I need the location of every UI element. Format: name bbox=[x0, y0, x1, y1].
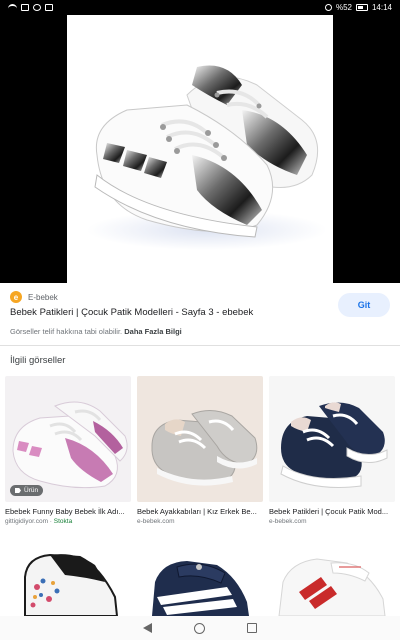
wifi-icon bbox=[8, 4, 17, 11]
related-domain: e-bebek.com bbox=[269, 518, 307, 525]
related-thumbnail[interactable] bbox=[137, 537, 263, 616]
battery-icon bbox=[355, 4, 368, 11]
recent-apps-icon[interactable] bbox=[247, 623, 257, 633]
mail-icon bbox=[21, 4, 29, 11]
image-source-panel: e E-bebek Bebek Patikleri | Çocuk Patik … bbox=[0, 283, 400, 343]
status-icons-right: %52 14:14 bbox=[324, 3, 392, 12]
instagram-icon bbox=[33, 4, 41, 11]
related-image-card[interactable]: Ürün Ebebek Funny Baby Bebek İlk Adı... … bbox=[5, 376, 131, 525]
product-badge-label: Ürün bbox=[24, 487, 39, 494]
home-icon[interactable] bbox=[194, 622, 205, 634]
image-title[interactable]: Bebek Patikleri | Çocuk Patik Modelleri … bbox=[10, 307, 320, 318]
related-thumbnail[interactable] bbox=[137, 376, 263, 502]
divider bbox=[0, 345, 400, 346]
tag-icon bbox=[15, 488, 21, 493]
related-image-card[interactable] bbox=[137, 537, 263, 616]
source-site[interactable]: e E-bebek bbox=[10, 291, 58, 303]
battery-percent: %52 bbox=[335, 3, 352, 12]
copyright-notice: Görseller telif hakkına tabi olabilir. D… bbox=[10, 327, 182, 336]
related-caption[interactable]: Bebek Ayakkabıları | Kız Erkek Be... bbox=[137, 507, 263, 516]
main-image[interactable] bbox=[67, 15, 333, 283]
domain-text: gittigidiyor.com bbox=[5, 518, 48, 525]
related-images-heading: İlgili görseller bbox=[10, 355, 66, 366]
site-logo-icon: e bbox=[10, 291, 22, 303]
related-image-card[interactable]: Bebek Patikleri | Çocuk Patik Mod... e-b… bbox=[269, 376, 395, 525]
related-thumbnail[interactable] bbox=[269, 376, 395, 502]
image-viewer bbox=[0, 15, 400, 283]
related-caption[interactable]: Ebebek Funny Baby Bebek İlk Adı... bbox=[5, 507, 131, 516]
stock-status: Stokta bbox=[53, 518, 73, 525]
related-image-card[interactable] bbox=[269, 537, 395, 616]
system-navigation-bar bbox=[0, 616, 400, 640]
more-info-link[interactable]: Daha Fazla Bilgi bbox=[124, 327, 182, 336]
related-domain: e-bebek.com bbox=[137, 518, 175, 525]
status-bar: %52 14:14 bbox=[0, 0, 400, 15]
visit-button[interactable]: Git bbox=[338, 293, 390, 317]
related-thumbnail[interactable] bbox=[269, 537, 395, 616]
related-thumbnail[interactable] bbox=[5, 537, 131, 616]
related-caption[interactable]: Bebek Patikleri | Çocuk Patik Mod... bbox=[269, 507, 395, 516]
mute-icon bbox=[324, 4, 332, 11]
related-thumbnail[interactable]: Ürün bbox=[5, 376, 131, 502]
related-image-card[interactable] bbox=[5, 537, 131, 616]
back-icon[interactable] bbox=[143, 623, 152, 633]
copyright-text: Görseller telif hakkına tabi olabilir. bbox=[10, 327, 123, 336]
status-icons-left bbox=[8, 4, 53, 11]
related-image-card[interactable]: Bebek Ayakkabıları | Kız Erkek Be... e-b… bbox=[137, 376, 263, 525]
source-site-name: E-bebek bbox=[28, 292, 58, 302]
clock: 14:14 bbox=[371, 3, 392, 12]
facebook-icon bbox=[45, 4, 53, 11]
related-domain: gittigidiyor.com · Stokta bbox=[5, 518, 73, 525]
product-badge: Ürün bbox=[10, 485, 44, 496]
